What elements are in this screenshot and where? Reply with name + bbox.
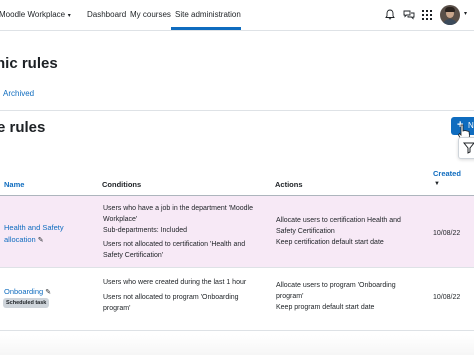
pencil-icon[interactable]: ✎ (38, 237, 44, 244)
rule-name-line-2: allocation (4, 235, 36, 244)
rule-conditions: Users who have a job in the department '… (103, 203, 253, 261)
condition-line: Users not allocated to program 'Onboardi… (103, 294, 239, 301)
action-line: Allocate users to certification Health a… (276, 217, 401, 224)
section-title: e rules (0, 119, 46, 136)
filter-button[interactable] (458, 137, 474, 159)
site-brand-menu[interactable]: Moodle Workplace ▾ (0, 10, 71, 19)
action-line: program' (276, 293, 304, 300)
filter-icon (462, 142, 474, 154)
condition-line: Users who were created during the last 1… (103, 279, 247, 286)
column-header-name[interactable]: Name (4, 180, 24, 189)
rule-actions: Allocate users to certification Health a… (276, 215, 401, 248)
scheduled-task-badge: Scheduled task (3, 298, 50, 308)
rule-name-link[interactable]: Health and Safety allocation ✎ (4, 222, 64, 247)
rule-actions: Allocate users to program 'Onboarding pr… (276, 280, 396, 313)
action-line: Keep program default start date (276, 304, 375, 311)
chevron-down-icon: ▾ (66, 13, 71, 19)
nav-dashboard[interactable]: Dashboard (87, 10, 126, 19)
column-header-created[interactable]: Created (433, 169, 461, 178)
tabs-divider (0, 110, 474, 111)
sort-down-icon: ▼ (434, 181, 440, 187)
condition-line: Users not allocated to certification 'He… (103, 241, 246, 248)
action-line: Allocate users to program 'Onboarding (276, 282, 396, 289)
rule-created-date: 10/08/22 (433, 294, 461, 301)
row-divider (0, 330, 474, 331)
condition-line: Sub-departments: Included (103, 227, 188, 234)
condition-line: Workplace' (103, 216, 138, 223)
column-header-actions: Actions (275, 180, 303, 189)
chat-icon[interactable] (403, 9, 415, 20)
active-nav-indicator (171, 27, 241, 30)
chevron-down-icon[interactable]: ▾ (464, 10, 467, 17)
page-title: nic rules (0, 55, 58, 72)
bell-icon[interactable] (385, 9, 395, 20)
site-brand-label: Moodle Workplace (0, 10, 66, 19)
archived-tab[interactable]: Archived (3, 89, 34, 98)
rule-conditions: Users who were created during the last 1… (103, 277, 246, 314)
condition-line: program' (103, 305, 131, 312)
condition-line: Users who have a job in the department '… (103, 205, 253, 212)
user-avatar[interactable] (440, 5, 460, 25)
action-line: Keep certification default start date (276, 239, 384, 246)
condition-line: Safety Certification' (103, 252, 164, 259)
row-divider (0, 267, 474, 268)
rule-name-line: Health and Safety (4, 223, 64, 232)
nav-my-courses[interactable]: My courses (130, 10, 171, 19)
bottom-fade (0, 335, 474, 355)
action-line: Safety Certification (276, 228, 335, 235)
nav-site-administration[interactable]: Site administration (175, 10, 241, 19)
apps-grid-icon[interactable] (422, 10, 432, 20)
rule-name-line: allocation ✎ (4, 234, 64, 247)
pencil-icon[interactable]: ✎ (45, 289, 51, 296)
rule-name-line: Onboarding (4, 287, 44, 296)
rule-created-date: 10/08/22 (433, 230, 461, 237)
top-navbar: Moodle Workplace ▾ Dashboard My courses … (0, 0, 474, 31)
column-header-conditions: Conditions (102, 180, 142, 189)
